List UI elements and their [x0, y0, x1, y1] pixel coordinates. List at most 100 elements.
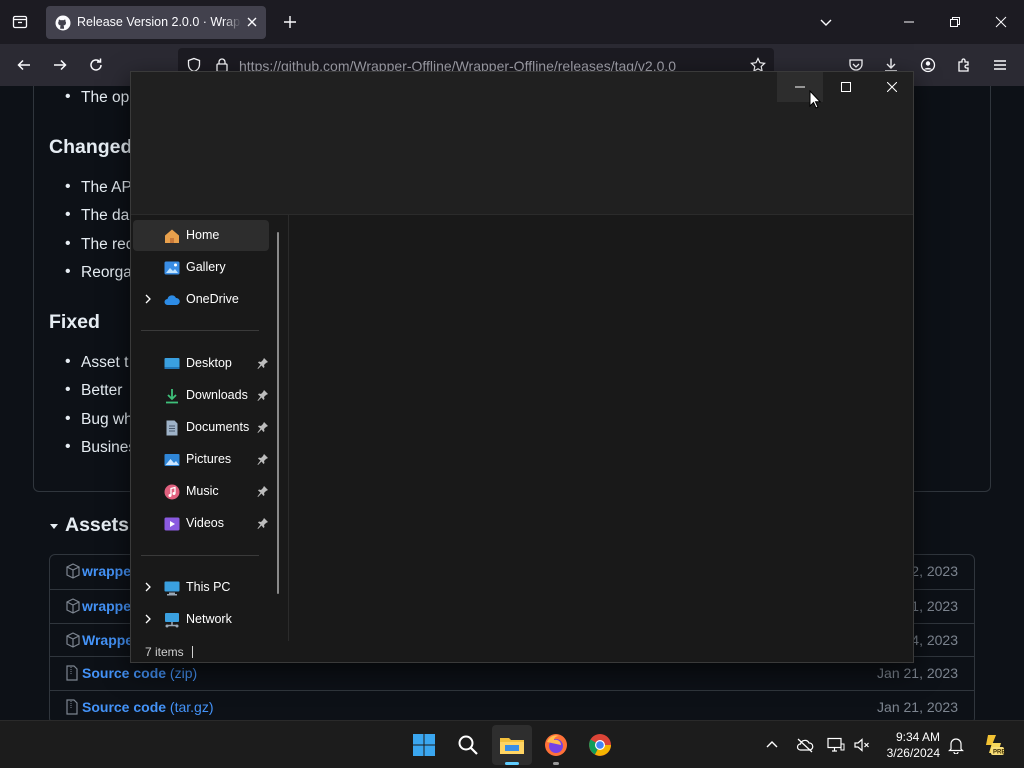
clock-date[interactable]: 3/26/2024: [887, 746, 940, 760]
browser-minimize-icon[interactable]: [897, 10, 921, 34]
explorer-maximize-button[interactable]: [823, 72, 869, 102]
browser-tab-bar: Release Version 2.0.0 · Wrapper-Offline/…: [0, 0, 1024, 44]
onedrive-cloud-icon: [163, 291, 181, 309]
download-arrow-icon: [163, 387, 181, 405]
nav-item-downloads[interactable]: Downloads: [133, 380, 269, 411]
running-indicator: [553, 762, 559, 765]
notification-bell-icon[interactable]: [944, 733, 968, 757]
list-item: The op: [65, 88, 129, 107]
list-item: The rec: [65, 235, 133, 254]
clock-time[interactable]: 9:34 AM: [896, 730, 940, 744]
pin-icon[interactable]: [257, 453, 269, 465]
asset-date: Jan 21, 2023: [877, 699, 958, 715]
browser-close-icon[interactable]: [989, 10, 1013, 34]
assets-heading[interactable]: Assets: [65, 514, 129, 537]
table-row: Source code (tar.gz) Jan 21, 2023: [50, 690, 974, 720]
network-icon: [163, 611, 181, 629]
status-divider: [192, 646, 193, 658]
account-icon[interactable]: [916, 53, 940, 77]
file-explorer-window: Home Gallery OneDrive Desktop Downloads …: [130, 71, 914, 663]
tab-title: Release Version 2.0.0 · Wrapper-Offline/…: [77, 15, 241, 29]
list-item: Better: [65, 381, 122, 400]
tab-list-icon[interactable]: [8, 10, 32, 34]
asset-date: 2, 2023: [911, 563, 958, 579]
pictures-icon: [163, 451, 181, 469]
content-pane[interactable]: [289, 215, 913, 641]
pin-icon[interactable]: [257, 421, 269, 433]
zip-file-icon: [66, 665, 78, 681]
extensions-icon[interactable]: [952, 53, 976, 77]
chevron-right-icon[interactable]: [143, 294, 153, 304]
nav-item-network[interactable]: Network: [133, 604, 269, 635]
asset-link[interactable]: wrappe: [82, 563, 131, 579]
nav-item-gallery[interactable]: Gallery: [133, 252, 269, 283]
list-item: Busines: [65, 438, 136, 457]
asset-date: Jan 21, 2023: [877, 665, 958, 681]
active-indicator: [505, 762, 519, 765]
asset-link[interactable]: wrappe: [82, 598, 131, 614]
zip-file-icon: [66, 699, 78, 715]
videos-icon: [163, 515, 181, 533]
music-icon: [163, 483, 181, 501]
assets-caret-icon[interactable]: [49, 521, 59, 531]
package-icon: [66, 563, 80, 579]
back-icon[interactable]: [12, 53, 36, 77]
chevron-right-icon[interactable]: [143, 614, 153, 624]
nav-item-music[interactable]: Music: [133, 476, 269, 507]
asset-link[interactable]: Wrappe: [82, 632, 133, 648]
display-icon[interactable]: [824, 733, 848, 757]
explorer-close-button[interactable]: [869, 72, 915, 102]
start-button[interactable]: [404, 725, 444, 765]
onedrive-offline-icon[interactable]: [793, 733, 817, 757]
navigation-pane: Home Gallery OneDrive Desktop Downloads …: [131, 215, 289, 641]
nav-item-home[interactable]: Home: [133, 220, 269, 251]
explorer-header: [131, 72, 913, 214]
tab-overflow-chevron-icon[interactable]: [814, 10, 838, 34]
copilot-icon[interactable]: PRE: [979, 731, 1007, 759]
browser-restore-icon[interactable]: [943, 10, 967, 34]
computer-icon: [163, 579, 181, 597]
pin-icon[interactable]: [257, 357, 269, 369]
pin-icon[interactable]: [257, 517, 269, 529]
nav-pane-scrollbar[interactable]: [277, 232, 279, 594]
package-icon: [66, 598, 80, 614]
volume-muted-icon[interactable]: [850, 733, 874, 757]
taskbar-firefox[interactable]: [536, 725, 576, 765]
nav-item-onedrive[interactable]: OneDrive: [133, 284, 269, 315]
source-zip-link[interactable]: Source code (zip): [82, 665, 197, 681]
desktop-icon: [163, 355, 181, 373]
svg-text:PRE: PRE: [993, 750, 1005, 756]
taskbar-file-explorer[interactable]: [492, 725, 532, 765]
divider: [141, 330, 259, 331]
forward-icon[interactable]: [48, 53, 72, 77]
list-item: Bug wh: [65, 410, 133, 429]
nav-item-documents[interactable]: Documents: [133, 412, 269, 443]
tab-active[interactable]: Release Version 2.0.0 · Wrapper-Offline/…: [46, 6, 266, 39]
search-button[interactable]: [448, 725, 488, 765]
source-targz-link[interactable]: Source code (tar.gz): [82, 699, 214, 715]
github-icon: [55, 15, 71, 31]
close-tab-icon[interactable]: [245, 15, 259, 29]
list-item: The da: [65, 206, 129, 225]
package-icon: [66, 632, 80, 648]
menu-icon[interactable]: [988, 53, 1012, 77]
nav-item-this-pc[interactable]: This PC: [133, 572, 269, 603]
status-item-count: 7 items: [145, 645, 184, 659]
pin-icon[interactable]: [257, 389, 269, 401]
nav-item-pictures[interactable]: Pictures: [133, 444, 269, 475]
pin-icon[interactable]: [257, 485, 269, 497]
reload-icon[interactable]: [84, 53, 108, 77]
changed-heading: Changed: [49, 136, 133, 158]
divider: [141, 555, 259, 556]
nav-item-desktop[interactable]: Desktop: [133, 348, 269, 379]
nav-item-videos[interactable]: Videos: [133, 508, 269, 539]
gallery-icon: [163, 259, 181, 277]
mouse-cursor-icon: [809, 90, 821, 109]
show-hidden-icons-chevron-icon[interactable]: [760, 733, 784, 757]
new-tab-icon[interactable]: [278, 10, 302, 34]
home-icon: [163, 227, 181, 245]
asset-date: 4, 2023: [911, 632, 958, 648]
list-item: Reorga: [65, 263, 132, 282]
chevron-right-icon[interactable]: [143, 582, 153, 592]
taskbar-chrome[interactable]: [580, 725, 620, 765]
